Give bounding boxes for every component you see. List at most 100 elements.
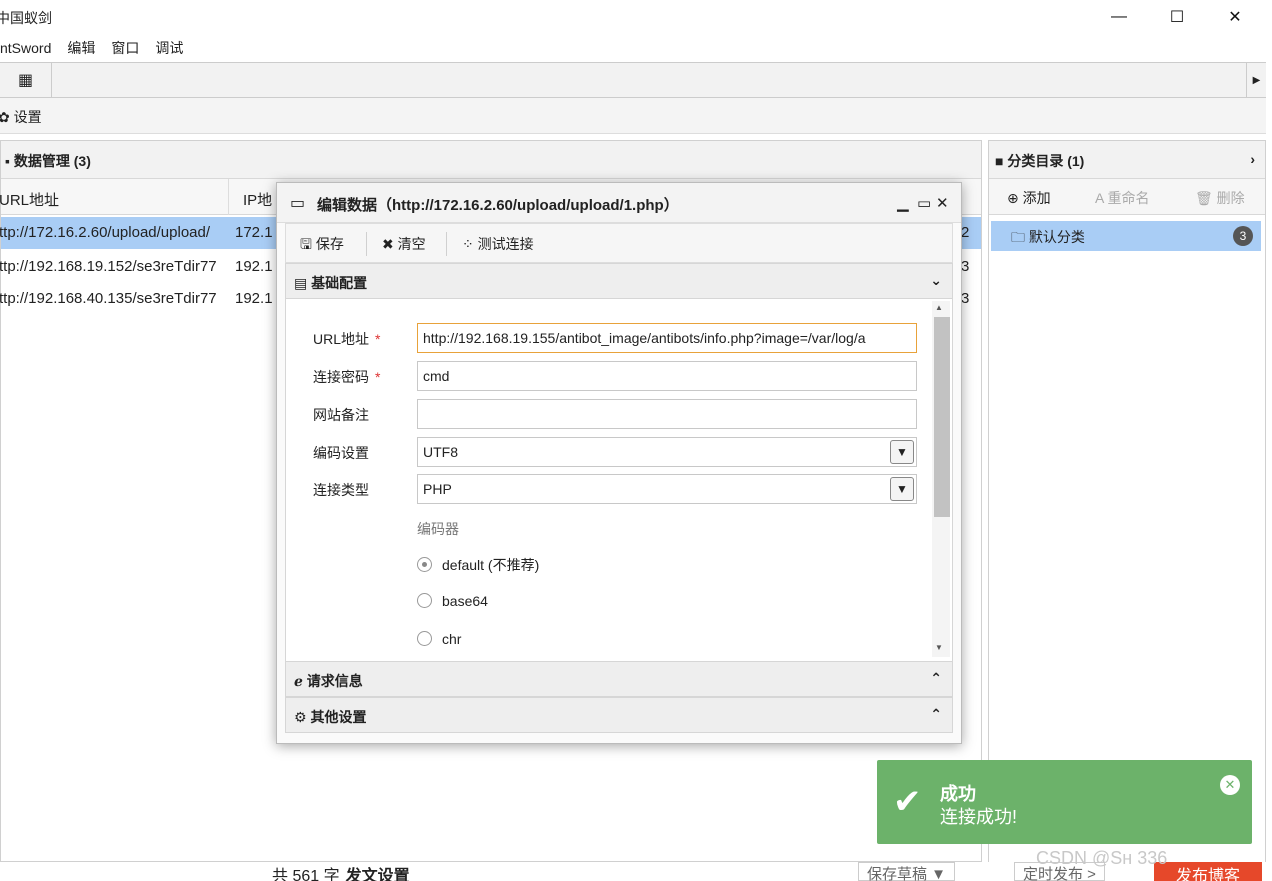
password-label: 连接密码 * <box>313 367 380 387</box>
save-button[interactable]: 🖫 保存 <box>300 234 344 258</box>
type-label: 连接类型 <box>313 482 369 498</box>
menu-antsword[interactable]: ntSword <box>0 40 51 56</box>
dialog-minimize-icon[interactable]: ▁ <box>897 194 909 212</box>
category-count-badge: 3 <box>1233 226 1253 246</box>
section-other-title: ⚙ 其他设置 <box>294 707 366 727</box>
note-label: 网站备注 <box>313 407 369 423</box>
clear-button[interactable]: ✖ 清空 <box>382 234 426 254</box>
toast-message: 连接成功! <box>940 807 1018 827</box>
tab-scroll-right-icon[interactable]: ▶ <box>1246 63 1266 97</box>
chevron-down-icon[interactable]: ⌄ <box>930 272 942 289</box>
encoder-label: 编码器 <box>417 521 459 537</box>
dialog-title-bar: ▭ 编辑数据（http://172.16.2.60/upload/upload/… <box>277 183 961 223</box>
success-toast: ✔ 成功 连接成功! ✕ <box>877 760 1252 844</box>
rename-category-button[interactable]: A 重命名 <box>1095 188 1149 208</box>
row-url: ttp://192.168.40.135/se3reTdir77 <box>0 290 217 307</box>
category-item-label: 🗀 默认分类 <box>1011 229 1085 245</box>
row-extra: 2 <box>961 224 970 241</box>
encoder-radio-default[interactable]: default (不推荐) <box>417 555 539 575</box>
toast-close-icon[interactable]: ✕ <box>1220 775 1240 795</box>
toolbar-divider <box>446 232 447 256</box>
password-label-text: 连接密码 <box>313 369 369 385</box>
gears-icon: ⚙ <box>294 709 311 725</box>
section-basic-label: 基础配置 <box>311 275 368 291</box>
watermark: CSDN @Sн 336 <box>1036 848 1168 868</box>
row-ip: 172.1 <box>235 224 273 241</box>
category-title: ■ 分类目录 (1) <box>989 141 1265 179</box>
section-request-label: 请求信息 <box>306 673 363 689</box>
data-manager-title: ▪ 数据管理 (3) <box>1 141 981 179</box>
test-connection-button[interactable]: ⁘ 测试连接 <box>462 234 534 254</box>
encoder-radio-chr[interactable]: chr <box>417 631 461 647</box>
word-count: 共 561 字发文设置 <box>272 862 410 881</box>
row-ip: 192.1 <box>235 258 273 275</box>
encoding-label: 编码设置 <box>313 445 369 461</box>
category-panel: ■ 分类目录 (1) › ⊕ 添加 A 重命名 🗑 删除 🗀 默认分类 3 <box>988 140 1266 864</box>
article-settings-link[interactable]: 发文设置 <box>346 868 410 881</box>
dialog-title: 编辑数据（http://172.16.2.60/upload/upload/1.… <box>317 197 679 214</box>
encoder-radio-base64[interactable]: base64 <box>417 593 488 609</box>
category-toolbar: ⊕ 添加 A 重命名 🗑 删除 <box>989 179 1265 215</box>
maximize-button[interactable]: ☐ <box>1148 0 1206 34</box>
row-url: ttp://192.168.19.152/se3reTdir77 <box>0 258 217 275</box>
close-window-button[interactable]: ✕ <box>1206 0 1264 34</box>
document-icon: ▤ <box>294 275 312 291</box>
basic-config-form: URL地址 * http://192.168.19.155/antibot_ima… <box>285 299 953 661</box>
menu-edit[interactable]: 编辑 <box>67 38 95 58</box>
section-other-settings[interactable]: ⚙ 其他设置 ⌃ <box>285 697 953 733</box>
browser-e-icon: ℯ <box>294 673 307 689</box>
window-icon: ▭ <box>290 195 306 212</box>
scroll-down-icon[interactable]: ▼ <box>935 643 943 652</box>
checkmark-icon: ✔ <box>893 783 922 821</box>
window-title: 中国蚁剑 <box>0 10 52 26</box>
scroll-up-icon[interactable]: ▲ <box>935 303 943 312</box>
minimize-button[interactable]: — <box>1090 0 1148 34</box>
category-item-default[interactable]: 🗀 默认分类 3 <box>991 221 1261 251</box>
section-basic-title: ▤ 基础配置 <box>294 273 367 293</box>
grid-tab-icon[interactable]: ▦ <box>0 63 52 97</box>
menu-window[interactable]: 窗口 <box>111 38 139 58</box>
note-input[interactable] <box>417 399 917 429</box>
form-scrollbar[interactable]: ▲ ▼ <box>932 301 950 657</box>
url-label-text: URL地址 <box>313 331 370 347</box>
row-extra: 3 <box>961 290 970 307</box>
encoding-value: UTF8 <box>423 444 458 460</box>
menu-debug[interactable]: 调试 <box>155 38 183 58</box>
section-basic-config[interactable]: ▤ 基础配置 ⌄ <box>285 263 953 299</box>
password-input[interactable]: cmd <box>417 361 917 391</box>
encoding-select[interactable]: UTF8 ▼ <box>417 437 917 467</box>
column-url[interactable]: URL地址 <box>0 179 229 215</box>
add-category-button[interactable]: ⊕ 添加 <box>1007 188 1051 208</box>
chevron-right-icon[interactable]: › <box>1250 151 1255 167</box>
dialog-toolbar: 🖫 保存 ✖ 清空 ⁘ 测试连接 <box>285 223 953 263</box>
url-input[interactable]: http://192.168.19.155/antibot_image/anti… <box>417 323 917 353</box>
scrollbar-thumb[interactable] <box>934 317 950 517</box>
encoder-default-label: default (不推荐) <box>442 557 540 573</box>
chevron-down-icon[interactable]: ▼ <box>890 477 914 501</box>
chevron-down-icon[interactable]: ▼ <box>890 440 914 464</box>
required-mark: * <box>375 369 381 385</box>
required-mark: * <box>375 331 381 347</box>
edit-data-dialog: ▭ 编辑数据（http://172.16.2.60/upload/upload/… <box>276 182 962 744</box>
settings-tab[interactable]: ✿ 设置 <box>0 107 42 127</box>
delete-category-button[interactable]: 🗑 删除 <box>1195 188 1245 208</box>
row-extra: 3 <box>961 258 970 275</box>
dialog-close-icon[interactable]: ✕ <box>936 194 949 212</box>
type-value: PHP <box>423 481 452 497</box>
save-draft-button[interactable]: 保存草稿 ▼ <box>858 862 956 881</box>
radio-circle-icon <box>417 593 432 608</box>
url-label: URL地址 * <box>313 329 380 349</box>
radio-circle-icon <box>417 557 432 572</box>
window-title-bar: 中国蚁剑 — ☐ ✕ <box>0 0 1272 34</box>
section-request-info[interactable]: ℯ 请求信息 ⌃ <box>285 661 953 697</box>
row-ip: 192.1 <box>235 290 273 307</box>
chevron-up-icon[interactable]: ⌃ <box>930 706 942 723</box>
tab-row: ▦ ▶ <box>0 62 1266 98</box>
word-count-text: 共 561 字 <box>272 868 340 881</box>
encoder-base64-label: base64 <box>442 593 488 609</box>
chevron-up-icon[interactable]: ⌃ <box>930 670 942 687</box>
section-other-label: 其他设置 <box>310 709 367 725</box>
publish-button[interactable]: 发布博客 <box>1154 862 1262 881</box>
dialog-maximize-icon[interactable]: ▭ <box>917 194 931 212</box>
type-select[interactable]: PHP ▼ <box>417 474 917 504</box>
